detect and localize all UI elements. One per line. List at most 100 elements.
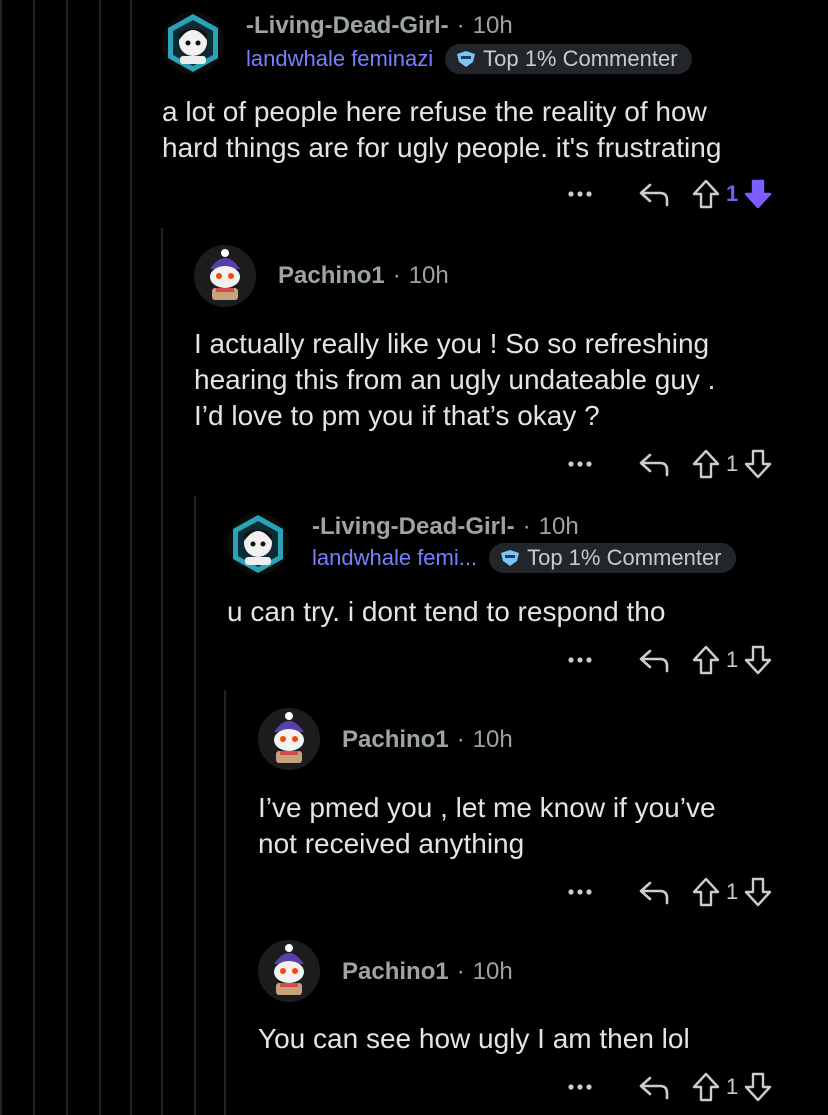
comment-header: -Living-Dead-Girl- · 10h — [246, 12, 513, 40]
downvote-button[interactable] — [742, 178, 774, 210]
username[interactable]: Pachino1 — [342, 726, 449, 754]
downvote-icon — [745, 1072, 772, 1102]
comment-line: hard things are for ugly people. it's fr… — [162, 132, 722, 163]
upvote-button[interactable] — [690, 178, 722, 210]
downvote-button[interactable] — [742, 1071, 774, 1103]
badge-label: Top 1% Commenter — [527, 545, 722, 570]
upvote-icon — [692, 1072, 720, 1102]
downvote-icon — [745, 449, 772, 479]
thread-line[interactable] — [161, 228, 163, 1115]
username[interactable]: -Living-Dead-Girl- — [312, 513, 515, 541]
reply-icon — [639, 649, 669, 673]
downvote-icon — [745, 645, 772, 675]
upvote-button[interactable] — [690, 448, 722, 480]
avatar[interactable] — [258, 940, 320, 1002]
avatar-pachino1-icon — [258, 940, 320, 1002]
downvote-icon — [745, 877, 772, 907]
timestamp: 10h — [472, 12, 513, 39]
avatar[interactable] — [258, 708, 320, 770]
timestamp: 10h — [472, 958, 513, 985]
comment-line: I actually really like you ! So so refre… — [194, 328, 710, 359]
downvote-button[interactable] — [742, 448, 774, 480]
upvote-button[interactable] — [690, 1071, 722, 1103]
upvote-button[interactable] — [690, 876, 722, 908]
separator-dot: · — [392, 262, 401, 289]
comment-actions: 1 — [560, 178, 774, 210]
reply-button[interactable] — [624, 180, 684, 208]
more-button[interactable] — [560, 888, 600, 896]
comment-line: You can see how ugly I am then lol — [258, 1023, 690, 1054]
thread-line[interactable] — [224, 690, 226, 1115]
vote-count: 1 — [726, 181, 739, 206]
avatar-living-dead-girl-icon — [233, 515, 283, 573]
comment-header: Pachino1 · 10h — [342, 726, 513, 754]
upvote-icon — [692, 449, 720, 479]
more-button[interactable] — [560, 656, 600, 664]
username[interactable]: -Living-Dead-Girl- — [246, 12, 449, 40]
more-icon — [568, 191, 592, 197]
more-icon — [568, 889, 592, 895]
thread-line[interactable] — [194, 496, 196, 1115]
avatar[interactable] — [162, 12, 224, 74]
comment-line: a lot of people here refuse the reality … — [162, 96, 707, 127]
reply-button[interactable] — [624, 878, 684, 906]
username[interactable]: Pachino1 — [342, 958, 449, 986]
flair-row: landwhale feminazi Top 1% Commenter — [246, 44, 692, 74]
username[interactable]: Pachino1 — [278, 262, 385, 290]
avatar[interactable] — [194, 245, 256, 307]
reply-icon — [639, 881, 669, 905]
downvote-button[interactable] — [742, 644, 774, 676]
comment-body: u can try. i dont tend to respond tho — [227, 594, 665, 630]
avatar[interactable] — [227, 513, 289, 575]
more-icon — [568, 657, 592, 663]
reply-button[interactable] — [624, 450, 684, 478]
reply-icon — [639, 183, 669, 207]
badge-icon — [457, 51, 476, 67]
thread-line[interactable] — [33, 0, 35, 1115]
upvote-icon — [692, 877, 720, 907]
comment-actions: 1 — [560, 448, 774, 480]
more-icon — [568, 461, 592, 467]
vote-count: 1 — [726, 1074, 739, 1099]
comment-header: Pachino1 · 10h — [342, 958, 513, 986]
separator-dot: · — [456, 726, 465, 753]
comment-actions: 1 — [560, 876, 774, 908]
reply-icon — [639, 453, 669, 477]
thread-line[interactable] — [66, 0, 68, 1115]
reply-button[interactable] — [624, 646, 684, 674]
comment-header: -Living-Dead-Girl- · 10h — [312, 513, 579, 541]
comment-line: I’d love to pm you if that’s okay ? — [194, 400, 600, 431]
avatar-pachino1-icon — [194, 245, 256, 307]
separator-dot: · — [522, 513, 531, 540]
timestamp: 10h — [538, 513, 579, 540]
more-button[interactable] — [560, 190, 600, 198]
separator-dot: · — [456, 12, 465, 39]
reply-icon — [639, 1076, 669, 1100]
timestamp: 10h — [408, 262, 449, 289]
comment-line: hearing this from an ugly undateable guy… — [194, 364, 716, 395]
vote-count: 1 — [726, 451, 739, 476]
vote-count: 1 — [726, 879, 739, 904]
user-flair: landwhale femi... — [312, 545, 478, 570]
reply-button[interactable] — [624, 1073, 684, 1101]
more-button[interactable] — [560, 460, 600, 468]
comment-line: I’ve pmed you , let me know if you’ve — [258, 792, 716, 823]
top-commenter-badge[interactable]: Top 1% Commenter — [489, 543, 736, 573]
downvote-button[interactable] — [742, 876, 774, 908]
more-button[interactable] — [560, 1083, 600, 1091]
separator-dot: · — [456, 958, 465, 985]
comment-body: I’ve pmed you , let me know if you’ve no… — [258, 790, 716, 862]
avatar-pachino1-icon — [258, 708, 320, 770]
thread-line[interactable] — [0, 0, 2, 1115]
upvote-button[interactable] — [690, 644, 722, 676]
top-commenter-badge[interactable]: Top 1% Commenter — [445, 44, 692, 74]
comment-line: u can try. i dont tend to respond tho — [227, 596, 666, 627]
comment-body: I actually really like you ! So so refre… — [194, 326, 715, 434]
thread-line[interactable] — [99, 0, 101, 1115]
badge-icon — [501, 550, 520, 566]
comment-header: Pachino1 · 10h — [278, 262, 449, 290]
flair-row: landwhale femi... Top 1% Commenter — [312, 543, 736, 573]
comment-body: You can see how ugly I am then lol — [258, 1021, 690, 1057]
thread-line[interactable] — [130, 0, 132, 1115]
timestamp: 10h — [472, 726, 513, 753]
